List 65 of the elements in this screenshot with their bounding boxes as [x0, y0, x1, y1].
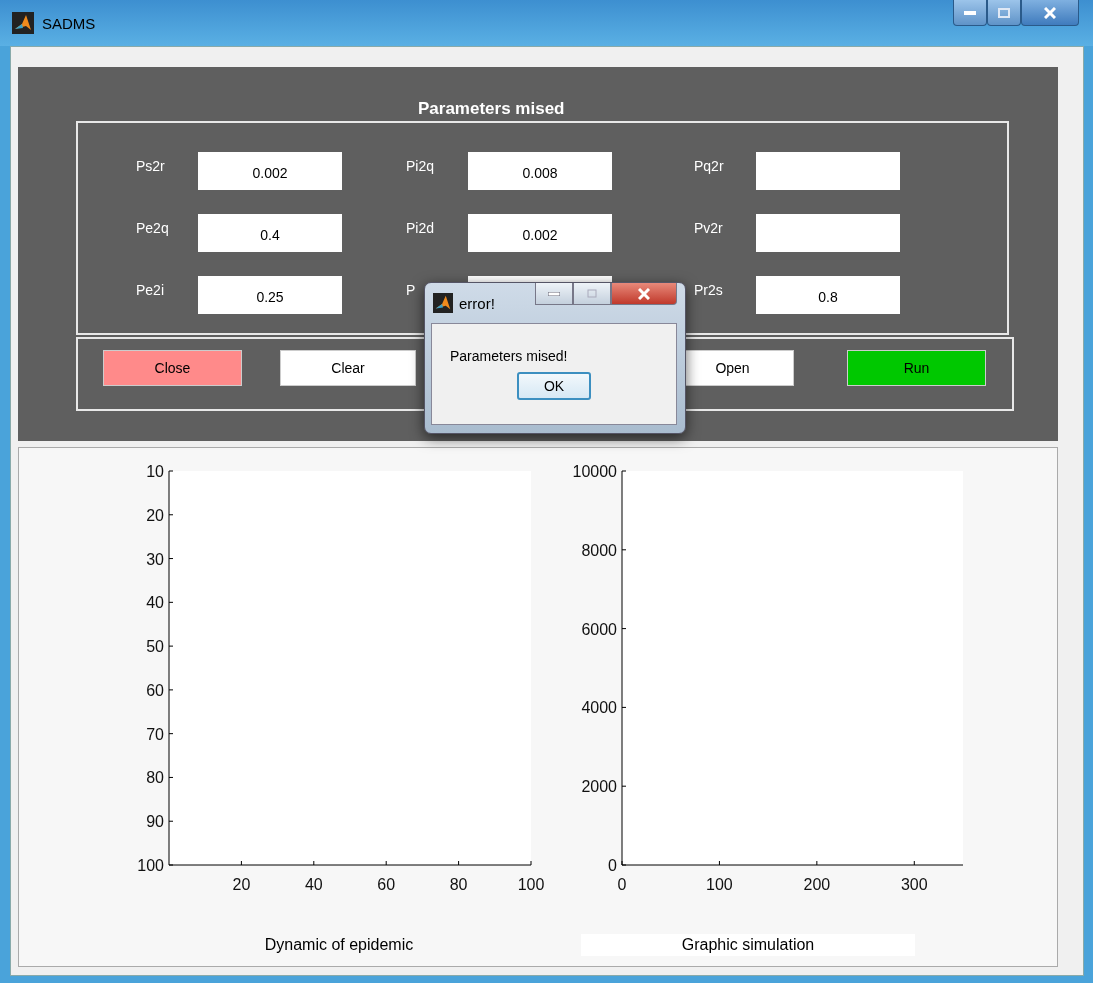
dialog-title: error! — [459, 294, 495, 312]
parameter-label: Pq2r — [694, 157, 725, 174]
parameter-field[interactable]: 0.25 — [198, 276, 342, 314]
x-tick-label: 100 — [517, 876, 545, 893]
app-logo-icon — [12, 12, 34, 34]
y-tick-label: 100 — [137, 857, 164, 874]
y-tick-label: 8000 — [581, 541, 617, 559]
parameter-label: Ps2r — [136, 157, 166, 174]
y-tick-label: 10000 — [572, 465, 617, 480]
x-tick-label: 0 — [617, 876, 627, 893]
y-tick-label: 10 — [146, 465, 164, 480]
parameter-field[interactable]: 0.008 — [468, 152, 612, 190]
dialog-message: Parameters mised! — [450, 348, 568, 364]
parameter-field[interactable] — [756, 214, 900, 252]
parameter-label: Pe2i — [136, 281, 166, 298]
maximize-icon — [587, 289, 597, 298]
y-tick-label: 0 — [608, 857, 617, 874]
close-button[interactable] — [1021, 0, 1079, 26]
action-button[interactable]: Run — [847, 350, 986, 386]
maximize-icon — [998, 7, 1010, 18]
chart-caption: Graphic simulation — [581, 934, 915, 956]
y-tick-label: 2000 — [581, 778, 617, 796]
parameter-label: Pv2r — [694, 219, 724, 236]
y-tick-label: 90 — [146, 813, 164, 831]
y-tick-label: 40 — [146, 594, 164, 612]
x-tick-label: 200 — [803, 876, 831, 893]
window-title: SADMS — [42, 14, 96, 32]
x-tick-label: 20 — [232, 876, 251, 893]
parameter-field[interactable]: 0.002 — [198, 152, 342, 190]
parameter-label: Pe2q — [136, 219, 170, 236]
parameter-label: Pi2d — [406, 219, 436, 236]
x-tick-label: 300 — [900, 876, 928, 893]
x-tick-label: 80 — [449, 876, 468, 893]
x-tick-label: 40 — [304, 876, 323, 893]
parameter-label: Pi2q — [406, 157, 436, 174]
y-tick-label: 30 — [146, 550, 164, 568]
maximize-button[interactable] — [573, 283, 611, 305]
y-tick-label: 6000 — [581, 620, 617, 638]
parameter-field[interactable]: 0.8 — [756, 276, 900, 314]
close-button[interactable] — [611, 283, 677, 305]
y-tick-label: 70 — [146, 725, 164, 743]
parameter-field[interactable] — [756, 152, 900, 190]
minimize-button[interactable] — [535, 283, 573, 305]
parameter-field[interactable]: 0.002 — [468, 214, 612, 252]
minimize-icon — [548, 291, 560, 296]
y-tick-label: 80 — [146, 769, 164, 787]
action-button[interactable]: Close — [103, 350, 242, 386]
y-tick-label: 50 — [146, 638, 164, 656]
parameter-label: P — [406, 281, 417, 298]
parameter-label: Pr2s — [694, 281, 724, 298]
close-icon — [1044, 6, 1056, 19]
chart-caption: Dynamic of epidemic — [263, 935, 415, 955]
x-tick-label: 60 — [377, 876, 396, 893]
y-tick-label: 60 — [146, 681, 164, 699]
close-icon — [638, 287, 650, 300]
action-button[interactable]: Clear — [280, 350, 416, 386]
app-logo-icon — [433, 293, 453, 313]
parameter-field[interactable]: 0.4 — [198, 214, 342, 252]
minimize-button[interactable] — [953, 0, 987, 26]
y-tick-label: 20 — [146, 506, 164, 524]
minimize-icon — [964, 10, 976, 15]
ok-button[interactable]: OK — [517, 372, 591, 400]
x-tick-label: 100 — [706, 876, 733, 893]
maximize-button[interactable] — [987, 0, 1021, 26]
y-tick-label: 4000 — [581, 699, 617, 717]
